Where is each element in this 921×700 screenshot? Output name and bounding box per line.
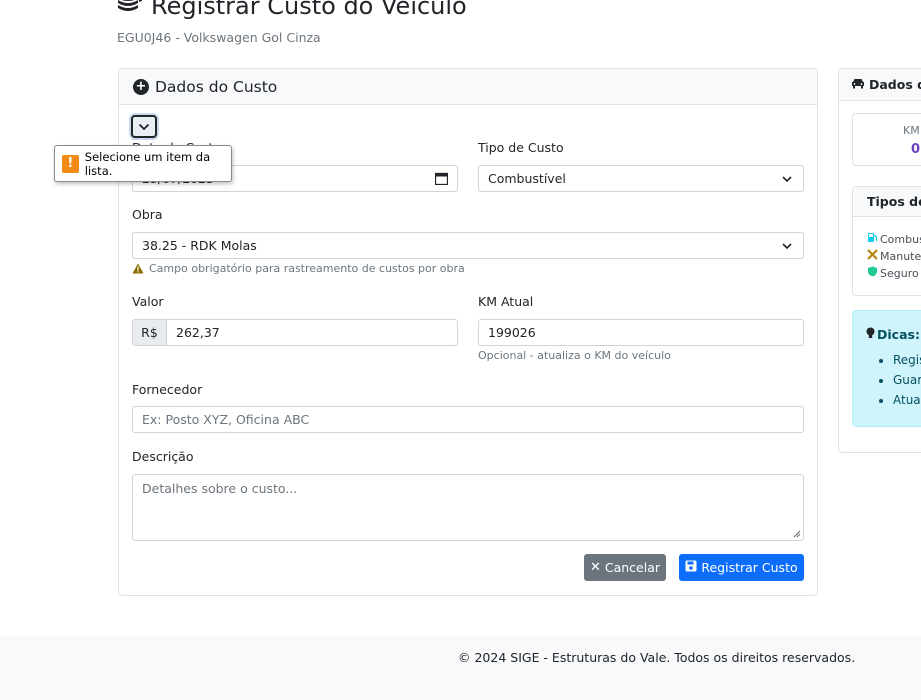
type-label: Manute bbox=[880, 249, 921, 263]
close-icon: ✕ bbox=[589, 560, 601, 575]
type-item-seguro: Seguro bbox=[867, 266, 919, 280]
km-label: KM Atual bbox=[478, 294, 534, 309]
plus-circle-icon: + bbox=[133, 78, 149, 95]
obra-helper-text: Campo obrigatório para rastreamento de c… bbox=[149, 262, 465, 275]
tipo-value: Combustível bbox=[488, 171, 566, 186]
cancel-label: Cancelar bbox=[604, 560, 661, 575]
page-header: Registrar Custo do Veículo EGU0J46 - Vol… bbox=[117, 0, 467, 45]
chevron-down-icon bbox=[782, 176, 792, 183]
chevron-down-icon[interactable] bbox=[131, 115, 157, 138]
tips-title: Dicas: bbox=[866, 327, 920, 342]
km-helper: Opcional - atualiza o KM do veículo bbox=[478, 349, 671, 362]
km-input[interactable]: 199026 bbox=[478, 319, 804, 346]
warning-triangle-icon bbox=[132, 263, 144, 274]
fornecedor-label: Fornecedor bbox=[132, 382, 203, 397]
submit-label: Registrar Custo bbox=[701, 560, 798, 575]
km-value: 199026 bbox=[488, 325, 536, 340]
gas-pump-icon bbox=[867, 232, 878, 246]
currency-prefix: R$ bbox=[132, 319, 167, 346]
car-icon bbox=[851, 77, 865, 92]
cost-types-title: Tipos de bbox=[853, 187, 921, 217]
vehicle-info-title: Dados do bbox=[869, 77, 921, 92]
tipo-select[interactable]: Combustível bbox=[478, 165, 804, 192]
tools-icon bbox=[867, 249, 878, 263]
tips-list: Regis Guar Atua bbox=[877, 353, 921, 413]
lightbulb-icon bbox=[866, 327, 875, 342]
obra-select[interactable]: 38.25 - RDK Molas bbox=[132, 232, 804, 259]
cancel-button[interactable]: ✕ Cancelar bbox=[584, 554, 666, 581]
type-label: Combus bbox=[880, 232, 921, 246]
descricao-label: Descrição bbox=[132, 449, 194, 464]
footer: © 2024 SIGE - Estruturas do Vale. Todos … bbox=[0, 636, 921, 700]
cost-types-box: Tipos de Combus Manute Seguro bbox=[852, 186, 921, 296]
validation-message: Selecione um item da lista. bbox=[84, 149, 211, 178]
save-icon bbox=[685, 560, 697, 575]
tip-item: Guar bbox=[893, 373, 921, 393]
cost-form-header: + Dados do Custo bbox=[119, 69, 817, 105]
footer-text: © 2024 SIGE - Estruturas do Vale. Todos … bbox=[458, 650, 856, 665]
descricao-textarea[interactable]: Detalhes sobre o custo... bbox=[132, 474, 804, 541]
km-stat-label: KM bbox=[903, 124, 920, 137]
vehicle-info-header: Dados do bbox=[839, 69, 921, 101]
obra-value: 38.25 - RDK Molas bbox=[142, 238, 257, 253]
km-stat-box: KM 0 bbox=[852, 113, 921, 166]
obra-label: Obra bbox=[132, 207, 163, 222]
submit-button[interactable]: Registrar Custo bbox=[679, 554, 804, 581]
page-title: Registrar Custo do Veículo bbox=[117, 0, 467, 24]
cost-form-title: Dados do Custo bbox=[155, 77, 278, 96]
tip-item: Regis bbox=[893, 353, 921, 373]
vehicle-subtitle: EGU0J46 - Volkswagen Gol Cinza bbox=[117, 30, 321, 45]
tipo-label: Tipo de Custo bbox=[478, 140, 564, 155]
calendar-icon[interactable] bbox=[434, 172, 449, 188]
warning-icon: ! bbox=[62, 154, 79, 173]
valor-label: Valor bbox=[132, 294, 164, 309]
type-item-manutencao: Manute bbox=[867, 249, 921, 263]
tip-item: Atua bbox=[893, 393, 921, 413]
resize-handle-icon[interactable] bbox=[792, 529, 801, 538]
shield-icon bbox=[867, 266, 878, 280]
page-title-text: Registrar Custo do Veículo bbox=[151, 0, 467, 20]
type-item-combustivel: Combus bbox=[867, 232, 921, 246]
descricao-placeholder: Detalhes sobre o custo... bbox=[142, 481, 298, 496]
tips-box: Dicas: Regis Guar Atua bbox=[852, 310, 921, 427]
tips-title-text: Dicas: bbox=[877, 327, 920, 342]
type-label: Seguro bbox=[880, 266, 919, 280]
fornecedor-placeholder: Ex: Posto XYZ, Oficina ABC bbox=[142, 412, 310, 427]
obra-helper: Campo obrigatório para rastreamento de c… bbox=[132, 262, 465, 275]
vehicle-info-card: Dados do KM 0 Tipos de Combus Manute Seg… bbox=[838, 68, 921, 453]
valor-value: 262,37 bbox=[176, 325, 220, 340]
chevron-down-icon bbox=[782, 243, 792, 250]
coins-icon bbox=[117, 0, 143, 20]
km-stat-value: 0 bbox=[911, 142, 921, 157]
validation-tooltip: ! Selecione um item da lista. bbox=[54, 145, 232, 182]
valor-input[interactable]: 262,37 bbox=[166, 319, 458, 346]
fornecedor-input[interactable]: Ex: Posto XYZ, Oficina ABC bbox=[132, 406, 804, 433]
